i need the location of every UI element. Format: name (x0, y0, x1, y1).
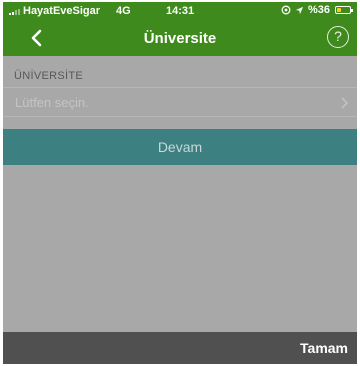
status-right-group: %36 (281, 4, 353, 16)
location-icon (281, 5, 291, 15)
navigation-arrow-icon (295, 6, 304, 14)
clock: 14:31 (166, 5, 195, 17)
university-select[interactable]: Lütfen seçin. (3, 87, 357, 117)
signal-icon (9, 9, 20, 15)
battery-icon (335, 6, 353, 14)
battery-percent: %36 (307, 4, 330, 16)
nav-bar: Üniversite ? (3, 20, 357, 56)
chevron-right-icon (341, 97, 348, 109)
battery-level (337, 8, 342, 12)
network-type: 4G (116, 5, 131, 17)
select-placeholder: Lütfen seçin. (15, 95, 89, 110)
done-button[interactable]: Tamam (300, 340, 348, 356)
app-screen: HayatEveSigar 4G 14:31 %36 Üniversite ? … (3, 2, 357, 364)
carrier-name: HayatEveSigar (23, 5, 101, 17)
status-bar: HayatEveSigar 4G 14:31 %36 (3, 2, 357, 20)
section-label: ÜNİVERSİTE (14, 70, 84, 82)
picker-toolbar: Tamam (3, 332, 357, 364)
help-icon[interactable]: ? (327, 26, 349, 48)
continue-button[interactable]: Devam (3, 129, 357, 165)
page-title: Üniversite (143, 30, 217, 47)
